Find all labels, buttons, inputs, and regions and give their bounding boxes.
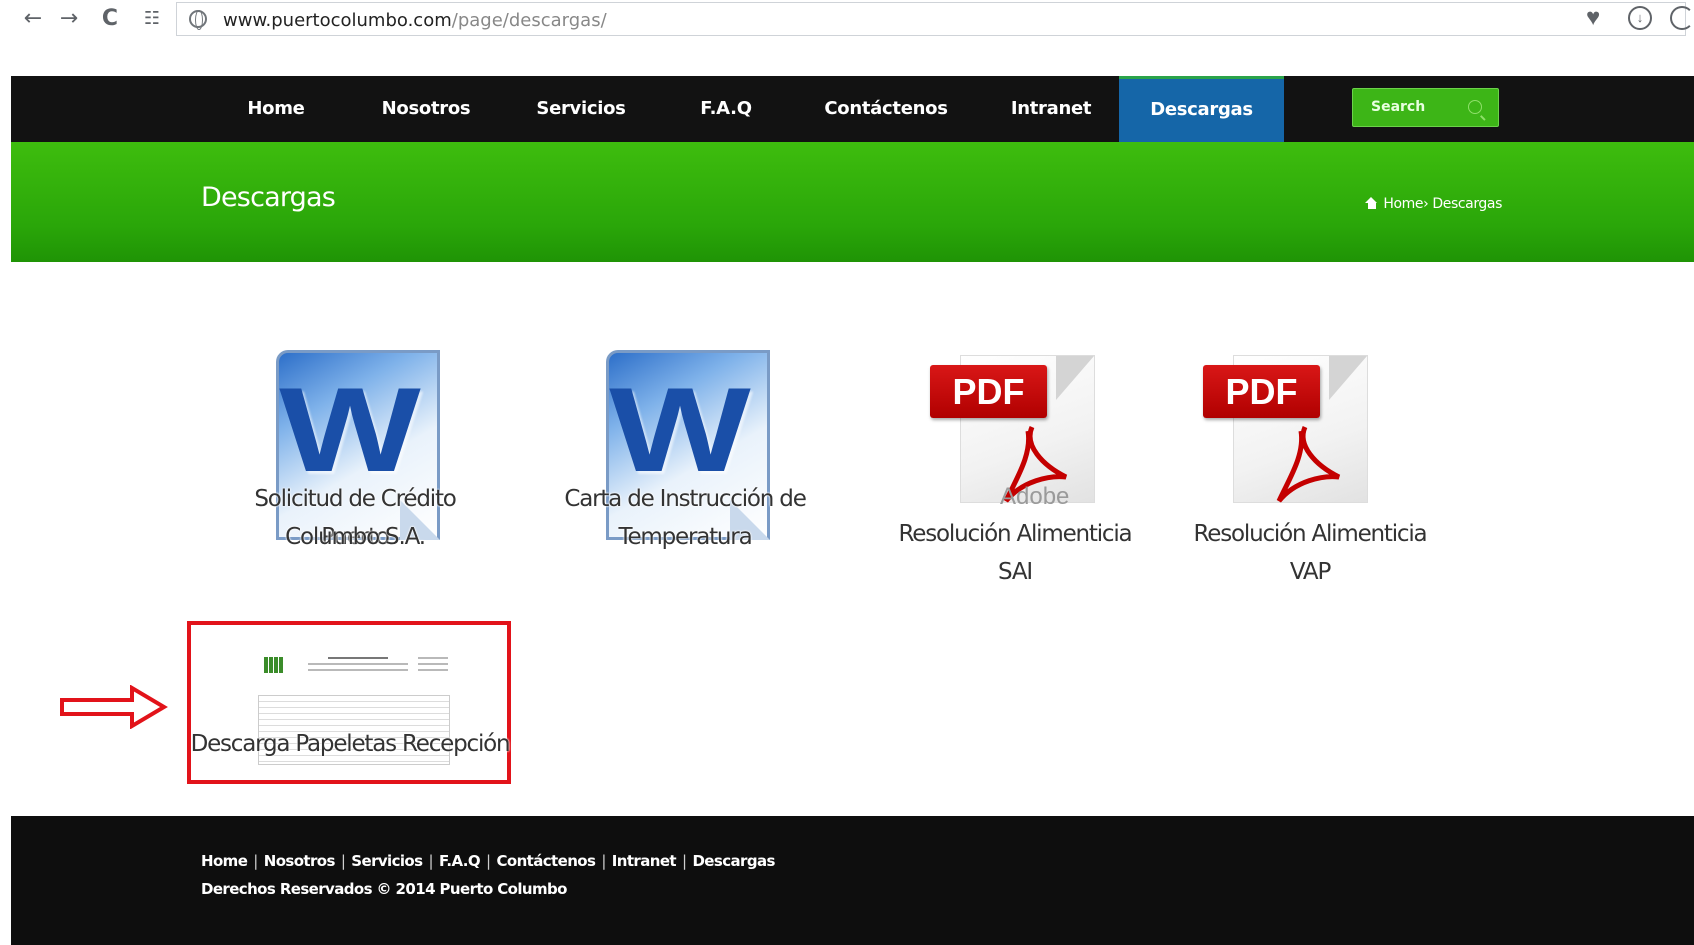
footer-link-servicios[interactable]: Servicios: [351, 852, 423, 870]
forward-arrow-icon[interactable]: →: [56, 6, 82, 32]
footer: Home | Nosotros | Servicios | F.A.Q | Contácteno…: [11, 816, 1694, 945]
download-resolucion-vap[interactable]: PDF Resolución Alimenticia VAP: [1175, 355, 1445, 585]
download-label[interactable]: Columbo S.A.: [230, 518, 480, 556]
pdf-document-icon: PDF Adobe: [930, 355, 1095, 510]
adobe-watermark: Adobe: [1000, 483, 1070, 510]
search-icon[interactable]: [1468, 100, 1482, 114]
heart-icon[interactable]: ♥: [1586, 4, 1600, 32]
nav-intranet[interactable]: Intranet: [996, 76, 1106, 142]
download-label[interactable]: Descarga Papeletas Recepción: [190, 725, 511, 763]
globe-icon: [189, 10, 207, 30]
nav-descargas[interactable]: Descargas: [1119, 76, 1284, 142]
download-carta-temperatura[interactable]: W Carta de Instrucción de Temperatura: [560, 350, 810, 560]
nav-faq[interactable]: F.A.Q: [676, 76, 776, 142]
address-bar[interactable]: www.puertocolumbo.com/page/descargas/: [176, 2, 1686, 36]
reload-icon[interactable]: C: [97, 6, 123, 32]
nav-home[interactable]: Home: [226, 76, 326, 142]
download-icon[interactable]: ↓: [1628, 6, 1652, 30]
footer-link-contactenos[interactable]: Contáctenos: [496, 852, 595, 870]
top-navigation: Home Nosotros Servicios F.A.Q Contácteno…: [11, 76, 1694, 142]
footer-link-nosotros[interactable]: Nosotros: [264, 852, 336, 870]
profile-icon[interactable]: [1670, 6, 1694, 30]
breadcrumb: Home› Descargas: [1365, 196, 1502, 212]
copyright-text: Derechos Reservados © 2014 Puerto Columb…: [201, 880, 567, 898]
red-arrow-icon: [60, 685, 168, 729]
apps-grid-icon[interactable]: ☷: [139, 6, 165, 32]
download-label[interactable]: Resolución Alimenticia SAI: [880, 515, 1150, 591]
page-banner: Descargas Home› Descargas: [11, 142, 1694, 262]
back-arrow-icon[interactable]: ←: [20, 6, 46, 32]
page-title: Descargas: [201, 182, 336, 213]
pdf-document-icon: PDF: [1203, 355, 1368, 505]
download-label[interactable]: Temperatura: [560, 518, 810, 556]
download-solicitud-credito[interactable]: W Solicitud de Crédito Puerto Columbo S.…: [230, 350, 480, 560]
footer-link-descargas[interactable]: Descargas: [692, 852, 775, 870]
search-input[interactable]: Search: [1371, 99, 1425, 115]
footer-link-home[interactable]: Home: [201, 852, 248, 870]
footer-link-intranet[interactable]: Intranet: [612, 852, 677, 870]
home-icon: [1365, 197, 1378, 209]
breadcrumb-home[interactable]: Home: [1383, 196, 1423, 212]
footer-link-faq[interactable]: F.A.Q: [439, 852, 481, 870]
nav-contactenos[interactable]: Contáctenos: [811, 76, 961, 142]
download-label[interactable]: Resolución Alimenticia VAP: [1175, 515, 1445, 591]
search-box[interactable]: Search: [1352, 88, 1499, 127]
download-resolucion-sai[interactable]: PDF Adobe Resolución Alimenticia SAI: [880, 355, 1150, 585]
nav-servicios[interactable]: Servicios: [521, 76, 641, 142]
breadcrumb-current: Descargas: [1432, 196, 1502, 212]
footer-links: Home | Nosotros | Servicios | F.A.Q | Contácteno…: [201, 852, 775, 870]
download-papeletas-recepcion[interactable]: Descarga Papeletas Recepción: [190, 725, 511, 769]
url-text[interactable]: www.puertocolumbo.com/page/descargas/: [223, 10, 607, 31]
breadcrumb-separator: ›: [1423, 196, 1429, 212]
download-label[interactable]: Carta de Instrucción de: [560, 480, 810, 518]
browser-toolbar: ← → C ☷ www.puertocolumbo.com/page/desca…: [0, 0, 1694, 40]
nav-nosotros[interactable]: Nosotros: [366, 76, 486, 142]
